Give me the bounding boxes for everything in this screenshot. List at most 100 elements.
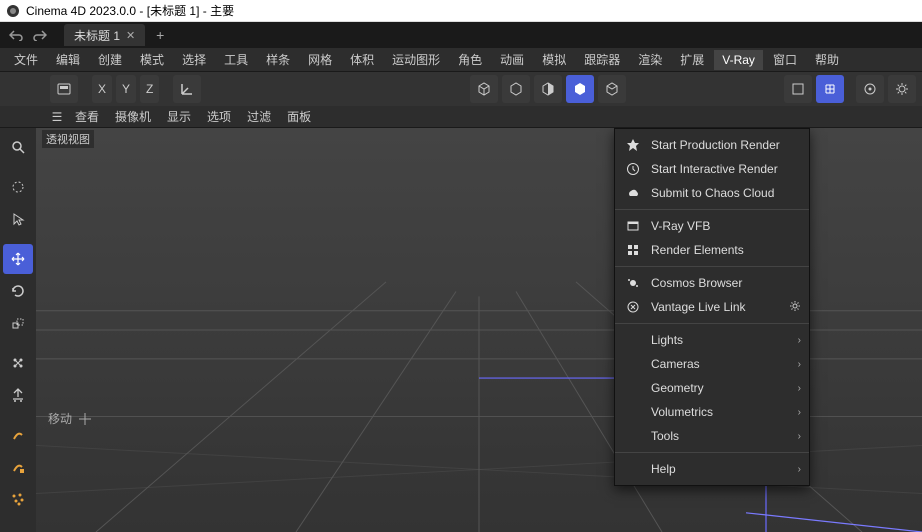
new-tab-button[interactable]: + <box>149 24 171 46</box>
app-icon <box>6 4 20 18</box>
menu-character[interactable]: 角色 <box>450 48 490 71</box>
dropdown-separator <box>615 452 809 453</box>
menu-tracker[interactable]: 跟踪器 <box>576 48 628 71</box>
cube-solid-button[interactable] <box>566 75 594 103</box>
elements-icon <box>625 242 641 258</box>
vray-geometry-submenu[interactable]: Geometry› <box>615 376 809 400</box>
paint-b-tool[interactable] <box>3 452 33 482</box>
menu-animate[interactable]: 动画 <box>492 48 532 71</box>
document-tab[interactable]: 未标题 1 ✕ <box>64 24 145 46</box>
vfb-icon <box>625 218 641 234</box>
main-toolbar: X Y Z <box>0 72 922 106</box>
vray-lights-submenu[interactable]: Lights› <box>615 328 809 352</box>
render-icon <box>625 137 641 153</box>
menu-window[interactable]: 窗口 <box>765 48 805 71</box>
menu-mograph[interactable]: 运动图形 <box>384 48 448 71</box>
brush-a-tool[interactable] <box>3 348 33 378</box>
view-menu-filter[interactable]: 过滤 <box>240 106 278 127</box>
tab-label: 未标题 1 <box>74 27 120 44</box>
move-hint-icon <box>78 412 92 426</box>
redo-button[interactable] <box>30 26 50 44</box>
vray-vantage-live-link[interactable]: Vantage Live Link <box>615 295 809 319</box>
vray-dropdown: Start Production Render Start Interactiv… <box>614 128 810 486</box>
cube-wire-button[interactable] <box>470 75 498 103</box>
left-toolbar <box>0 128 36 532</box>
main-menubar: 文件 编辑 创建 模式 选择 工具 样条 网格 体积 运动图形 角色 动画 模拟… <box>0 48 922 72</box>
menu-simulate[interactable]: 模拟 <box>534 48 574 71</box>
axis-z-button[interactable]: Z <box>140 75 159 103</box>
window-title: Cinema 4D 2023.0.0 - [未标题 1] - 主要 <box>26 2 234 19</box>
viewport-hamburger-icon[interactable]: ☰ <box>48 110 66 124</box>
vray-cosmos-browser[interactable]: Cosmos Browser <box>615 271 809 295</box>
menu-file[interactable]: 文件 <box>6 48 46 71</box>
dropdown-separator <box>615 209 809 210</box>
tool-hint: 移动 <box>48 410 92 427</box>
cursor-tool[interactable] <box>3 204 33 234</box>
tool-hint-label: 移动 <box>48 410 72 427</box>
chevron-right-icon: › <box>798 407 801 418</box>
document-tabbar: 未标题 1 ✕ + <box>0 22 922 48</box>
dropdown-separator <box>615 266 809 267</box>
clock-icon <box>625 161 641 177</box>
view-menu-view[interactable]: 查看 <box>68 106 106 127</box>
window-titlebar: Cinema 4D 2023.0.0 - [未标题 1] - 主要 <box>0 0 922 22</box>
menu-render[interactable]: 渲染 <box>630 48 670 71</box>
viewport-label: 透视视图 <box>42 130 94 148</box>
move-tool[interactable] <box>3 244 33 274</box>
menu-volume[interactable]: 体积 <box>342 48 382 71</box>
vray-submit-chaos-cloud[interactable]: Submit to Chaos Cloud <box>615 181 809 205</box>
undo-button[interactable] <box>6 26 26 44</box>
dropdown-separator <box>615 323 809 324</box>
menu-create[interactable]: 创建 <box>90 48 130 71</box>
menu-select[interactable]: 选择 <box>174 48 214 71</box>
perspective-viewport[interactable]: 透视视图 移动 Start Production Render Start In… <box>36 128 922 532</box>
close-icon[interactable]: ✕ <box>126 29 135 42</box>
target-button[interactable] <box>856 75 884 103</box>
chevron-right-icon: › <box>798 383 801 394</box>
content-area: 透视视图 移动 Start Production Render Start In… <box>0 128 922 532</box>
vray-volumetrics-submenu[interactable]: Volumetrics› <box>615 400 809 424</box>
snap-button[interactable] <box>816 75 844 103</box>
menu-mode[interactable]: 模式 <box>132 48 172 71</box>
render-settings-small-button[interactable] <box>784 75 812 103</box>
menu-help[interactable]: 帮助 <box>807 48 847 71</box>
cube-half-button[interactable] <box>534 75 562 103</box>
vray-render-elements[interactable]: Render Elements <box>615 238 809 262</box>
cloud-icon <box>625 185 641 201</box>
menu-edit[interactable]: 编辑 <box>48 48 88 71</box>
vray-start-production-render[interactable]: Start Production Render <box>615 133 809 157</box>
vray-vfb[interactable]: V-Ray VFB <box>615 214 809 238</box>
paint-a-tool[interactable] <box>3 420 33 450</box>
view-menu-cameras[interactable]: 摄像机 <box>108 106 158 127</box>
view-menu-options[interactable]: 选项 <box>200 106 238 127</box>
chevron-right-icon: › <box>798 359 801 370</box>
vray-cameras-submenu[interactable]: Cameras› <box>615 352 809 376</box>
cube-outline-button[interactable] <box>502 75 530 103</box>
live-select-tool[interactable] <box>3 172 33 202</box>
axis-y-button[interactable]: Y <box>116 75 136 103</box>
screen-layout-button[interactable] <box>50 75 78 103</box>
menu-extensions[interactable]: 扩展 <box>672 48 712 71</box>
scale-tool[interactable] <box>3 308 33 338</box>
view-menu-display[interactable]: 显示 <box>160 106 198 127</box>
scatter-tool[interactable] <box>3 484 33 514</box>
gear-icon[interactable] <box>789 300 801 315</box>
vray-tools-submenu[interactable]: Tools› <box>615 424 809 448</box>
chevron-right-icon: › <box>798 464 801 475</box>
view-menu-panel[interactable]: 面板 <box>280 106 318 127</box>
place-tool[interactable] <box>3 380 33 410</box>
chevron-right-icon: › <box>798 431 801 442</box>
vray-start-interactive-render[interactable]: Start Interactive Render <box>615 157 809 181</box>
vantage-icon <box>625 299 641 315</box>
cube-extra-button[interactable] <box>598 75 626 103</box>
menu-tools[interactable]: 工具 <box>216 48 256 71</box>
gear-button[interactable] <box>888 75 916 103</box>
rotate-tool[interactable] <box>3 276 33 306</box>
menu-vray[interactable]: V-Ray <box>714 50 763 70</box>
search-tool[interactable] <box>3 132 33 162</box>
vray-help-submenu[interactable]: Help› <box>615 457 809 481</box>
menu-mesh[interactable]: 网格 <box>300 48 340 71</box>
menu-spline[interactable]: 样条 <box>258 48 298 71</box>
axis-x-button[interactable]: X <box>92 75 112 103</box>
coordinate-system-button[interactable] <box>173 75 201 103</box>
